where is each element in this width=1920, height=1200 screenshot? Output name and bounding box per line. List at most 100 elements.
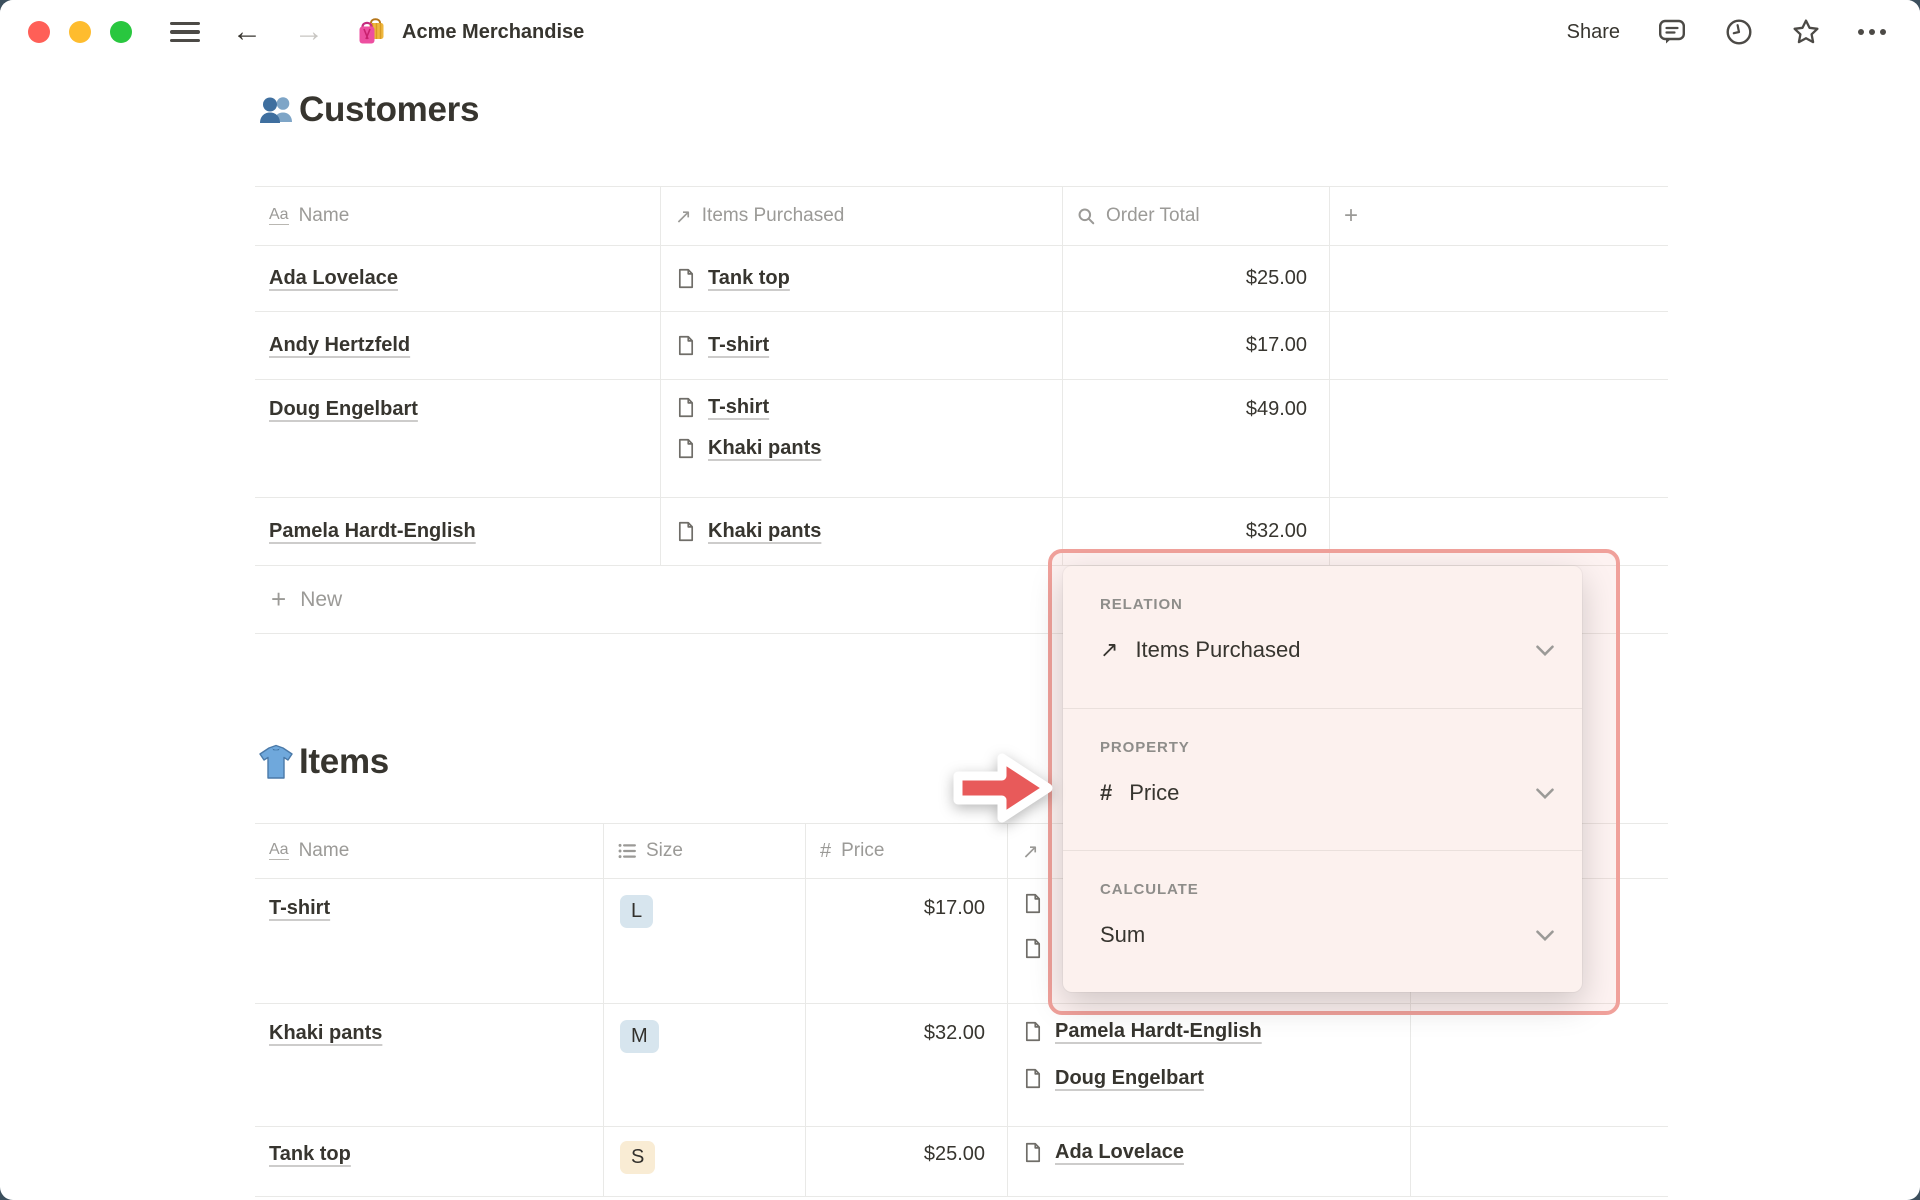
- popup-section-calculate: CALCULATE Sum: [1063, 850, 1582, 992]
- rollup-config-popup: RELATION ↗ Items Purchased PROPERTY # Pr…: [1063, 566, 1582, 992]
- table-row: Khaki pants M $32.00 Pamela Hardt-Englis…: [255, 1004, 1668, 1127]
- page-icon: [1025, 1142, 1041, 1163]
- page-link[interactable]: T-shirt: [708, 334, 769, 357]
- price-value: $32.00: [923, 1022, 985, 1044]
- calculate-select[interactable]: Sum: [1100, 922, 1554, 948]
- empty-cell: [1411, 1004, 1668, 1126]
- items-section-heading: Items: [256, 742, 389, 782]
- customer-name-cell[interactable]: Ada Lovelace: [255, 246, 661, 311]
- section-label: PROPERTY: [1100, 739, 1190, 756]
- empty-cell: [1411, 1127, 1668, 1196]
- page-link[interactable]: Khaki pants: [708, 520, 821, 543]
- minimize-button[interactable]: [69, 21, 91, 43]
- size-cell[interactable]: S: [604, 1127, 806, 1196]
- items-purchased-cell[interactable]: T-shirt Khaki pants: [661, 380, 1063, 497]
- back-button[interactable]: ←: [232, 17, 262, 47]
- add-column-button[interactable]: +: [1330, 187, 1668, 245]
- customer-name-cell[interactable]: Andy Hertzfeld: [255, 312, 661, 379]
- relation-arrow-icon: ↗: [675, 205, 692, 228]
- busts-in-silhouette-icon: [260, 97, 292, 123]
- share-button[interactable]: Share: [1567, 21, 1620, 44]
- window-controls: [28, 21, 132, 43]
- favorite-star-icon[interactable]: [1791, 17, 1821, 47]
- customers-relation-cell[interactable]: Pamela Hardt-English Doug Engelbart: [1008, 1004, 1411, 1126]
- column-label: Name: [298, 205, 350, 226]
- price-value: $17.00: [923, 897, 985, 919]
- relation-select[interactable]: ↗ Items Purchased: [1100, 637, 1554, 663]
- table-row: Tank top S $25.00 Ada Lovelace: [255, 1127, 1668, 1197]
- page-icon: [678, 268, 694, 289]
- column-header-items-purchased[interactable]: ↗ Items Purchased: [661, 187, 1063, 245]
- page-link[interactable]: Ada Lovelace: [1055, 1141, 1184, 1164]
- column-header-size[interactable]: Size: [604, 824, 806, 878]
- order-total-cell[interactable]: $17.00: [1063, 312, 1330, 379]
- page-link[interactable]: Khaki pants: [269, 1022, 382, 1045]
- table-row: Doug Engelbart T-shirt Khaki pants $49.0…: [255, 380, 1668, 498]
- items-heading-text: Items: [299, 742, 389, 781]
- customers-relation-cell[interactable]: Ada Lovelace: [1008, 1127, 1411, 1196]
- table-row: Andy Hertzfeld T-shirt $17.00: [255, 312, 1668, 380]
- size-cell[interactable]: M: [604, 1004, 806, 1126]
- page-icon: [678, 438, 694, 459]
- customer-name-cell[interactable]: Pamela Hardt-English: [255, 498, 661, 565]
- page-icon: [678, 397, 694, 418]
- item-name-cell[interactable]: T-shirt: [255, 879, 604, 1003]
- forward-button[interactable]: →: [294, 17, 324, 47]
- t-shirt-icon: [259, 744, 293, 779]
- items-purchased-cell[interactable]: Tank top: [661, 246, 1063, 311]
- items-purchased-cell[interactable]: Khaki pants: [661, 498, 1063, 565]
- column-header-name[interactable]: Aa Name: [255, 824, 604, 878]
- order-total-cell[interactable]: $25.00: [1063, 246, 1330, 311]
- column-label: Price: [841, 840, 885, 861]
- page-link[interactable]: Ada Lovelace: [269, 267, 398, 290]
- empty-cell: [1330, 312, 1668, 379]
- page-link[interactable]: T-shirt: [269, 897, 330, 920]
- item-name-cell[interactable]: Khaki pants: [255, 1004, 604, 1126]
- customer-name-cell[interactable]: Doug Engelbart: [255, 380, 661, 497]
- popup-section-relation: RELATION ↗ Items Purchased: [1063, 566, 1582, 708]
- text-property-icon: Aa: [269, 841, 289, 860]
- price-cell[interactable]: $32.00: [806, 1004, 1008, 1126]
- order-total-cell[interactable]: $49.00: [1063, 380, 1330, 497]
- page-link[interactable]: Khaki pants: [708, 437, 821, 460]
- page-icon: [1025, 1068, 1041, 1089]
- number-property-icon: #: [1100, 780, 1113, 805]
- empty-cell: [1330, 380, 1668, 497]
- relation-arrow-icon: ↗: [1022, 840, 1039, 863]
- size-badge: S: [620, 1141, 656, 1174]
- size-badge: L: [620, 895, 654, 928]
- page-link[interactable]: Tank top: [269, 1143, 351, 1166]
- select-list-icon: [618, 843, 636, 859]
- column-header-name[interactable]: Aa Name: [255, 187, 661, 245]
- popup-section-property: PROPERTY # Price: [1063, 708, 1582, 850]
- page-link[interactable]: Pamela Hardt-English: [1055, 1020, 1262, 1043]
- updates-clock-icon[interactable]: [1724, 17, 1754, 47]
- order-total-value: $32.00: [1245, 520, 1307, 542]
- page-link[interactable]: Pamela Hardt-English: [269, 520, 476, 543]
- section-label: RELATION: [1100, 596, 1183, 613]
- page-link[interactable]: T-shirt: [708, 396, 769, 419]
- text-property-icon: Aa: [269, 206, 289, 225]
- column-header-order-total[interactable]: Order Total: [1063, 187, 1330, 245]
- more-options-icon[interactable]: [1858, 29, 1886, 35]
- sidebar-menu-icon[interactable]: [170, 21, 200, 43]
- page-link[interactable]: Doug Engelbart: [1055, 1067, 1204, 1090]
- items-purchased-cell[interactable]: T-shirt: [661, 312, 1063, 379]
- page-link[interactable]: Andy Hertzfeld: [269, 334, 410, 357]
- item-name-cell[interactable]: Tank top: [255, 1127, 604, 1196]
- zoom-button[interactable]: [110, 21, 132, 43]
- property-select[interactable]: # Price: [1100, 780, 1554, 806]
- size-cell[interactable]: L: [604, 879, 806, 1003]
- close-button[interactable]: [28, 21, 50, 43]
- plus-icon: +: [1344, 202, 1359, 229]
- column-label: Items Purchased: [701, 205, 845, 226]
- page-link[interactable]: Doug Engelbart: [269, 398, 418, 421]
- number-property-icon: #: [820, 839, 832, 862]
- price-cell[interactable]: $25.00: [806, 1127, 1008, 1196]
- titlebar: ← → Acme Merchandise Share: [0, 0, 1920, 64]
- empty-cell: [1330, 246, 1668, 311]
- page-icon: [678, 335, 694, 356]
- comments-icon[interactable]: [1657, 17, 1687, 47]
- price-cell[interactable]: $17.00: [806, 879, 1008, 1003]
- page-link[interactable]: Tank top: [708, 267, 790, 290]
